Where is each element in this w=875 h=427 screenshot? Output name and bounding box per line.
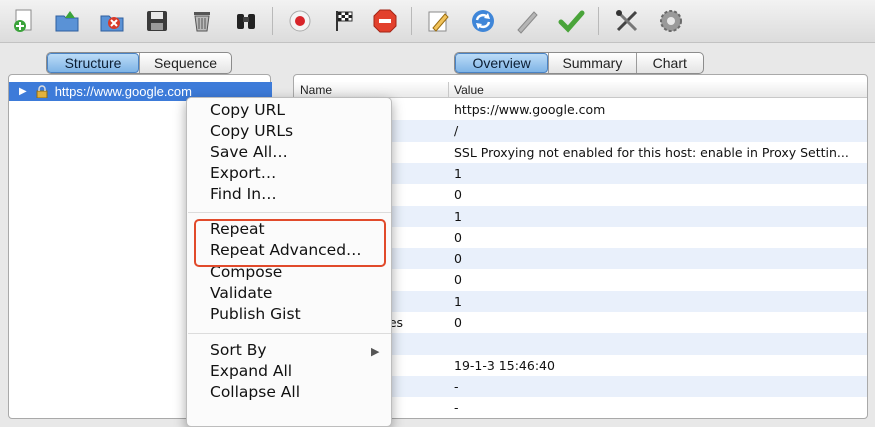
row-value: 0: [454, 315, 462, 330]
edit-icon[interactable]: [423, 6, 453, 36]
tools-icon[interactable]: [612, 6, 642, 36]
column-divider: [448, 82, 449, 98]
menu-item-collapse-all[interactable]: Collapse All: [210, 383, 300, 401]
lock-icon: [35, 85, 49, 99]
menu-item-publish-gist[interactable]: Publish Gist: [210, 305, 301, 323]
row-value: SSL Proxying not enabled for this host: …: [454, 144, 849, 160]
tab-summary[interactable]: Summary: [548, 53, 635, 73]
row-value: 0: [454, 272, 462, 288]
menu-item-copy-urls[interactable]: Copy URLs: [210, 122, 293, 140]
row-value: https://www.google.com: [454, 102, 606, 117]
menu-item-copy-url[interactable]: Copy URL: [210, 101, 285, 119]
tab-chart[interactable]: Chart: [635, 53, 703, 73]
row-value: 1: [454, 165, 462, 181]
pencil-icon[interactable]: [512, 6, 542, 36]
settings-gear-icon[interactable]: [656, 6, 686, 36]
menu-item-sort-by[interactable]: Sort By: [210, 341, 267, 359]
menu-separator: [188, 333, 391, 334]
row-value: 0: [454, 251, 462, 267]
tab-overview[interactable]: Overview: [455, 53, 549, 73]
checkmark-icon[interactable]: [556, 6, 586, 36]
save-icon[interactable]: [142, 6, 172, 36]
menu-item-find-in[interactable]: Find In…: [210, 185, 277, 203]
toolbar-separator: [272, 7, 273, 35]
throttle-flag-icon[interactable]: [329, 6, 359, 36]
menu-item-expand-all[interactable]: Expand All: [210, 362, 292, 380]
tab-sequence[interactable]: Sequence: [139, 53, 231, 73]
binoculars-icon[interactable]: [231, 6, 261, 36]
right-tab-group: Overview Summary Chart: [454, 52, 704, 74]
tree-item-label: https://www.google.com: [54, 84, 192, 99]
record-icon[interactable]: [285, 6, 315, 36]
stop-icon[interactable]: [370, 6, 400, 36]
menu-item-export[interactable]: Export…: [210, 164, 276, 182]
highlight-box: [194, 219, 386, 267]
menu-item-save-all[interactable]: Save All…: [210, 143, 288, 161]
toolbar-separator: [598, 7, 599, 35]
row-value: 19-1-3 15:46:40: [454, 357, 555, 373]
row-value: 1: [454, 208, 462, 224]
refresh-icon[interactable]: [468, 6, 498, 36]
tab-structure[interactable]: Structure: [47, 53, 139, 73]
row-value: 0: [454, 187, 462, 203]
menu-item-validate[interactable]: Validate: [210, 284, 272, 302]
menu-separator: [188, 212, 391, 213]
row-value: 1: [454, 293, 462, 309]
row-value: 0: [454, 229, 462, 245]
toolbar-separator: [411, 7, 412, 35]
close-session-icon[interactable]: [98, 6, 128, 36]
disclosure-triangle-icon[interactable]: ▶: [19, 86, 27, 97]
column-header-name[interactable]: Name: [300, 83, 332, 97]
row-value: /: [454, 123, 459, 139]
row-value: -: [454, 400, 459, 416]
row-value: -: [454, 378, 459, 394]
trash-icon[interactable]: [187, 6, 217, 36]
open-session-icon[interactable]: [53, 6, 83, 36]
table-header: Name Value: [294, 82, 867, 98]
new-session-icon[interactable]: [9, 6, 39, 36]
column-header-value[interactable]: Value: [454, 83, 484, 97]
submenu-arrow-icon: ▶: [371, 345, 380, 358]
left-tab-group: Structure Sequence: [46, 52, 232, 74]
toolbar: [0, 0, 875, 43]
